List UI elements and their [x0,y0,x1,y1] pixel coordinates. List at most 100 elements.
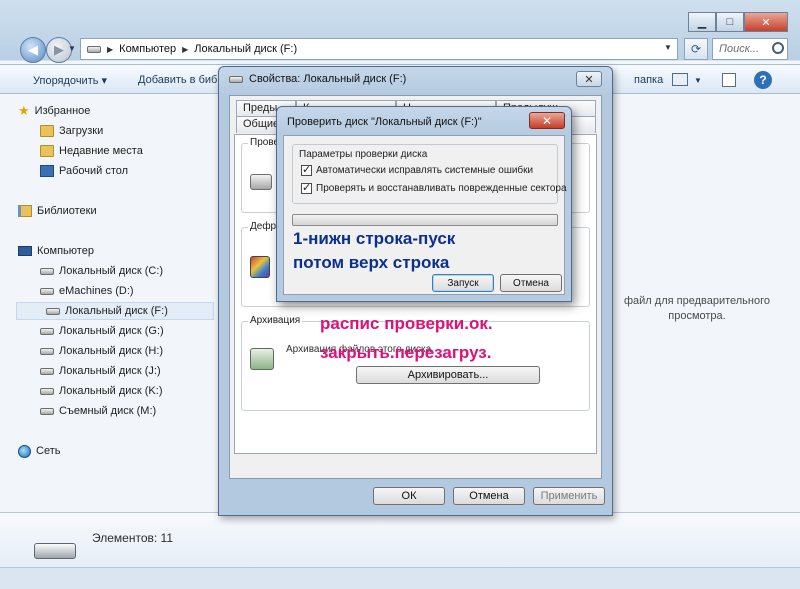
breadcrumb-computer[interactable]: Компьютер [119,43,176,55]
downloads-folder-icon [40,125,54,137]
organize-button[interactable]: Упорядочить ▾ [33,74,107,87]
archive-button[interactable]: Архивировать... [356,366,540,384]
nav-drive-label: Локальный диск (F:) [65,305,168,317]
check-options-title: Параметры проверки диска [299,149,428,160]
drive-icon [40,287,54,295]
breadcrumb-drive-f[interactable]: Локальный диск (F:) [194,43,297,55]
drive-icon [229,75,243,83]
drive-large-icon [34,543,76,559]
nav-downloads[interactable]: Загрузки [40,122,103,140]
nav-drive-h[interactable]: Локальный диск (H:) [40,342,163,360]
computer-icon [18,246,32,256]
address-bar[interactable]: ▶ Компьютер ▶ Локальный диск (F:) [80,38,678,60]
nav-drive-c[interactable]: Локальный диск (C:) [40,262,163,280]
search-icon [772,42,784,54]
nav-drive-label: Локальный диск (K:) [59,385,163,397]
nav-drive-label: Локальный диск (H:) [59,345,164,357]
nav-desktop[interactable]: Рабочий стол [40,162,128,180]
annotation-blue-line1: 1-нижн строка-пуск [293,229,456,248]
back-button[interactable]: ◀ [20,37,46,63]
start-button[interactable]: Запуск [432,274,494,292]
auto-fix-checkbox[interactable] [301,163,312,176]
refresh-button[interactable]: ⟳ [684,38,708,60]
apply-button[interactable]: Применить [533,487,605,505]
nav-libraries[interactable]: Библиотеки [18,202,97,220]
search-input[interactable]: Поиск... [712,38,788,60]
scan-sectors-label: Проверять и восстанавливать поврежденные… [316,183,567,194]
check-cancel-button[interactable]: Отмена [500,274,562,292]
view-dropdown-icon[interactable]: ▼ [694,76,702,85]
search-placeholder: Поиск... [719,43,760,55]
properties-close-button[interactable]: ✕ [576,71,602,87]
nav-drive-k[interactable]: Локальный диск (K:) [40,382,163,400]
backup-icon [250,348,274,370]
nav-drive-d[interactable]: eMachines (D:) [40,282,134,300]
maximize-icon[interactable]: □ [716,12,744,32]
nav-drive-g[interactable]: Локальный диск (G:) [40,322,164,340]
recent-pages-chevron-icon[interactable]: ▼ [68,44,76,53]
check-options-group: Параметры проверки диска Автоматически и… [292,144,567,204]
nav-recent-places[interactable]: Недавние места [40,142,143,160]
drive-icon [46,307,60,315]
drive-icon [40,267,54,275]
nav-drive-label: Локальный диск (G:) [59,325,164,337]
removable-drive-icon [40,407,54,415]
nav-drive-label: Локальный диск (C:) [59,265,164,277]
annotation-pink-line1: распис проверки.ок. [320,314,493,333]
view-options-icon[interactable] [672,73,688,86]
defrag-icon [250,256,270,278]
ok-button[interactable]: ОК [373,487,445,505]
nav-network[interactable]: Сеть [18,442,60,460]
nav-drive-label: eMachines (D:) [59,285,134,297]
nav-favorites[interactable]: ★ Избранное [18,102,90,120]
star-icon: ★ [18,103,30,118]
auto-fix-label: Автоматически исправлять системные ошибк… [316,165,534,176]
libraries-icon [18,205,32,217]
check-disk-title: Проверить диск "Локальный диск (F:)" [287,116,482,128]
nav-drive-label: Съемный диск (M:) [59,405,157,417]
help-icon[interactable]: ? [754,71,772,89]
nav-libraries-label: Библиотеки [37,205,97,217]
nav-drive-j[interactable]: Локальный диск (J:) [40,362,161,380]
organize-label: Упорядочить [33,75,99,87]
drive-icon [40,387,54,395]
desktop-icon [40,165,54,177]
properties-title: Свойства: Локальный диск (F:) [229,73,406,85]
check-disk-close-button[interactable]: ✕ [529,112,565,129]
nav-drive-f[interactable]: Локальный диск (F:) [16,302,214,320]
annotation-blue-line2: потом верх строка [293,253,450,272]
properties-title-text: Свойства: Локальный диск (F:) [249,73,407,85]
caption-buttons: ▁ □ ✕ [688,12,788,32]
address-dropdown-icon[interactable]: ▼ [664,43,672,52]
check-disk-icon [250,174,272,190]
nav-favorites-label: Избранное [34,105,91,117]
auto-fix-option[interactable]: Автоматически исправлять системные ошибк… [301,163,534,176]
archive-group-title: Архивация [248,315,303,326]
nav-network-label: Сеть [36,445,61,457]
nav-downloads-label: Загрузки [59,125,104,137]
archive-group: Архивация Архивация файлов этого диска А… [241,315,590,411]
status-bar [0,567,800,589]
nav-recent-label: Недавние места [59,145,143,157]
nav-drive-label: Локальный диск (J:) [59,365,161,377]
scan-sectors-option[interactable]: Проверять и восстанавливать поврежденные… [301,181,567,194]
nav-desktop-label: Рабочий стол [59,165,129,177]
minimize-icon[interactable]: ▁ [688,12,716,32]
drive-icon [40,327,54,335]
nav-drive-m[interactable]: Съемный диск (M:) [40,402,156,420]
drive-icon [87,45,101,53]
preview-pane-icon[interactable] [722,73,736,87]
preview-pane-message: файл для предварительного просмотра. [623,295,770,322]
annotation-pink-line2: закрыть.перезагруз. [320,343,492,362]
defrag-group-title: Дефр [248,221,279,232]
drive-icon [40,347,54,355]
check-progress-bar [292,214,558,226]
recent-places-icon [40,145,54,157]
nav-computer[interactable]: Компьютер [18,242,94,260]
add-to-library-button[interactable]: Добавить в биб [138,74,217,86]
nav-computer-label: Компьютер [37,245,94,257]
scan-sectors-checkbox[interactable] [301,181,312,194]
cancel-button[interactable]: Отмена [453,487,525,505]
close-icon[interactable]: ✕ [744,12,788,32]
new-folder-button[interactable]: папка [634,74,663,86]
